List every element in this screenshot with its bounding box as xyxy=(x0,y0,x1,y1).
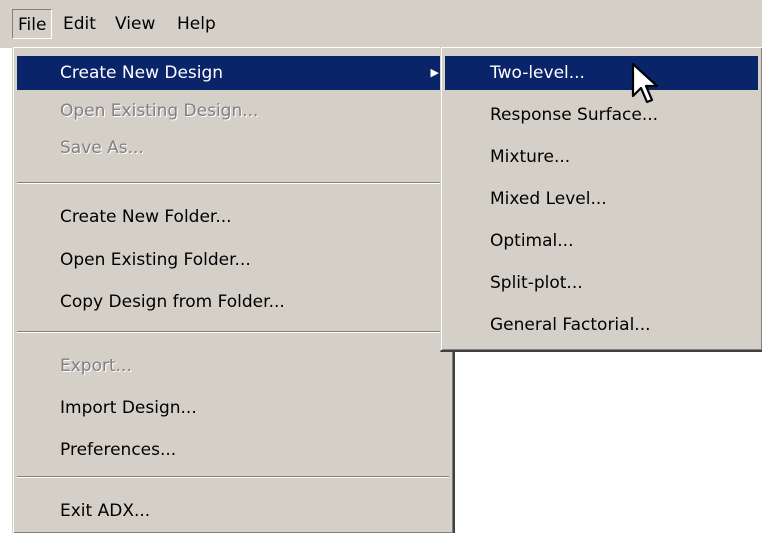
menu-item-label: Copy Design from Folder... xyxy=(60,292,285,312)
menu-item-label: Optimal... xyxy=(490,231,574,251)
menu-item-save-as: Save As... xyxy=(17,131,449,165)
app-window: File Edit View Help Create New Design ▶ … xyxy=(0,0,762,533)
menu-item-label: Save As... xyxy=(60,138,144,158)
submenu-item-optimal[interactable]: Optimal... xyxy=(445,224,758,258)
menu-separator xyxy=(17,331,449,333)
menu-item-export: Export... xyxy=(17,349,449,383)
menu-item-label: Open Existing Folder... xyxy=(60,250,251,270)
submenu-item-mixture[interactable]: Mixture... xyxy=(445,140,758,174)
menu-item-import-design[interactable]: Import Design... xyxy=(17,391,449,425)
menu-item-create-new-design[interactable]: Create New Design ▶ xyxy=(17,56,449,90)
triangle-right-icon: ▶ xyxy=(430,66,439,79)
menu-item-create-new-folder[interactable]: Create New Folder... xyxy=(17,200,449,234)
menu-view[interactable]: View xyxy=(110,9,160,39)
menu-item-label: General Factorial... xyxy=(490,315,651,335)
menu-item-label: Import Design... xyxy=(60,398,197,418)
menu-item-label: Two-level... xyxy=(490,63,585,83)
menu-item-label: Mixed Level... xyxy=(490,189,607,209)
submenu-item-mixed-level[interactable]: Mixed Level... xyxy=(445,182,758,216)
menu-item-open-existing-design: Open Existing Design... xyxy=(17,94,449,128)
menu-item-preferences[interactable]: Preferences... xyxy=(17,433,449,467)
submenu-item-response-surface[interactable]: Response Surface... xyxy=(445,98,758,132)
menu-item-label: Response Surface... xyxy=(490,105,659,125)
menu-item-label: Preferences... xyxy=(60,440,177,460)
arrow-pointer-cursor-icon xyxy=(631,62,659,104)
menu-separator xyxy=(17,476,449,478)
menu-item-label: Open Existing Design... xyxy=(60,101,259,121)
menu-item-label: Exit ADX... xyxy=(60,501,151,521)
submenu-item-split-plot[interactable]: Split-plot... xyxy=(445,266,758,300)
menu-file[interactable]: File xyxy=(12,9,53,39)
menu-bar: File Edit View Help xyxy=(0,0,762,48)
submenu-item-general-factorial[interactable]: General Factorial... xyxy=(445,308,758,342)
menu-help[interactable]: Help xyxy=(172,9,221,39)
file-menu: Create New Design ▶ Open Existing Design… xyxy=(12,46,455,533)
menu-item-label: Create New Folder... xyxy=(60,207,232,227)
menu-edit[interactable]: Edit xyxy=(58,9,101,39)
menu-item-label: Export... xyxy=(60,356,132,376)
menu-item-open-existing-folder[interactable]: Open Existing Folder... xyxy=(17,243,449,277)
menu-separator xyxy=(17,182,449,184)
submenu-item-two-level[interactable]: Two-level... xyxy=(445,56,758,90)
create-new-design-submenu: Two-level... Response Surface... Mixture… xyxy=(440,46,762,352)
menu-item-exit-adx[interactable]: Exit ADX... xyxy=(17,494,449,528)
menu-item-copy-design-from-folder[interactable]: Copy Design from Folder... xyxy=(17,285,449,319)
menu-item-label: Create New Design xyxy=(60,63,224,83)
menu-item-label: Split-plot... xyxy=(490,273,583,293)
menu-item-label: Mixture... xyxy=(490,147,571,167)
